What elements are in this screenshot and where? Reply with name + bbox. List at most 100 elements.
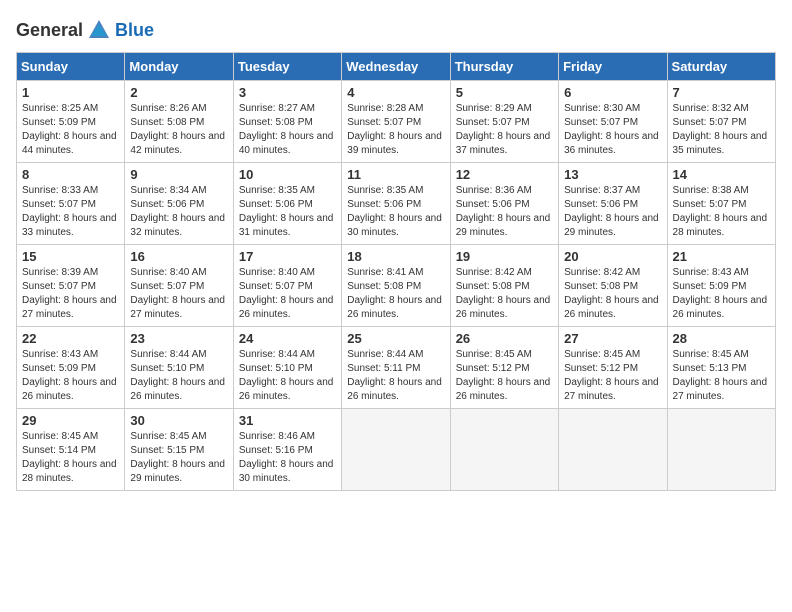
calendar-cell: 17 Sunrise: 8:40 AMSunset: 5:07 PMDaylig… (233, 245, 341, 327)
day-number: 10 (239, 167, 336, 182)
weekday-header-tuesday: Tuesday (233, 53, 341, 81)
day-number: 23 (130, 331, 227, 346)
day-number: 16 (130, 249, 227, 264)
calendar-cell: 5 Sunrise: 8:29 AMSunset: 5:07 PMDayligh… (450, 81, 558, 163)
day-number: 25 (347, 331, 444, 346)
calendar-week-4: 22 Sunrise: 8:43 AMSunset: 5:09 PMDaylig… (17, 327, 776, 409)
day-number: 7 (673, 85, 770, 100)
day-info: Sunrise: 8:43 AMSunset: 5:09 PMDaylight:… (673, 266, 770, 322)
day-number: 21 (673, 249, 770, 264)
calendar-cell (667, 409, 775, 491)
day-info: Sunrise: 8:37 AMSunset: 5:06 PMDaylight:… (564, 184, 661, 240)
calendar-week-5: 29 Sunrise: 8:45 AMSunset: 5:14 PMDaylig… (17, 409, 776, 491)
day-info: Sunrise: 8:45 AMSunset: 5:13 PMDaylight:… (673, 348, 770, 404)
calendar-cell: 27 Sunrise: 8:45 AMSunset: 5:12 PMDaylig… (559, 327, 667, 409)
day-info: Sunrise: 8:42 AMSunset: 5:08 PMDaylight:… (456, 266, 553, 322)
day-number: 4 (347, 85, 444, 100)
day-info: Sunrise: 8:46 AMSunset: 5:16 PMDaylight:… (239, 430, 336, 486)
day-number: 3 (239, 85, 336, 100)
day-number: 20 (564, 249, 661, 264)
calendar-cell: 24 Sunrise: 8:44 AMSunset: 5:10 PMDaylig… (233, 327, 341, 409)
calendar-cell: 7 Sunrise: 8:32 AMSunset: 5:07 PMDayligh… (667, 81, 775, 163)
day-number: 27 (564, 331, 661, 346)
day-info: Sunrise: 8:40 AMSunset: 5:07 PMDaylight:… (239, 266, 336, 322)
day-number: 14 (673, 167, 770, 182)
day-number: 29 (22, 413, 119, 428)
calendar-cell: 23 Sunrise: 8:44 AMSunset: 5:10 PMDaylig… (125, 327, 233, 409)
calendar-week-2: 8 Sunrise: 8:33 AMSunset: 5:07 PMDayligh… (17, 163, 776, 245)
day-number: 22 (22, 331, 119, 346)
day-info: Sunrise: 8:43 AMSunset: 5:09 PMDaylight:… (22, 348, 119, 404)
calendar-cell: 22 Sunrise: 8:43 AMSunset: 5:09 PMDaylig… (17, 327, 125, 409)
calendar-cell: 30 Sunrise: 8:45 AMSunset: 5:15 PMDaylig… (125, 409, 233, 491)
weekday-header-wednesday: Wednesday (342, 53, 450, 81)
calendar-cell: 14 Sunrise: 8:38 AMSunset: 5:07 PMDaylig… (667, 163, 775, 245)
calendar-cell: 21 Sunrise: 8:43 AMSunset: 5:09 PMDaylig… (667, 245, 775, 327)
calendar-cell: 15 Sunrise: 8:39 AMSunset: 5:07 PMDaylig… (17, 245, 125, 327)
day-info: Sunrise: 8:27 AMSunset: 5:08 PMDaylight:… (239, 102, 336, 158)
calendar-cell (450, 409, 558, 491)
calendar-cell (559, 409, 667, 491)
day-info: Sunrise: 8:34 AMSunset: 5:06 PMDaylight:… (130, 184, 227, 240)
day-number: 2 (130, 85, 227, 100)
day-info: Sunrise: 8:41 AMSunset: 5:08 PMDaylight:… (347, 266, 444, 322)
day-number: 11 (347, 167, 444, 182)
day-info: Sunrise: 8:42 AMSunset: 5:08 PMDaylight:… (564, 266, 661, 322)
day-number: 8 (22, 167, 119, 182)
day-number: 6 (564, 85, 661, 100)
calendar-cell: 4 Sunrise: 8:28 AMSunset: 5:07 PMDayligh… (342, 81, 450, 163)
day-info: Sunrise: 8:35 AMSunset: 5:06 PMDaylight:… (239, 184, 336, 240)
logo-blue-text: Blue (115, 20, 154, 41)
calendar-table: SundayMondayTuesdayWednesdayThursdayFrid… (16, 52, 776, 491)
day-info: Sunrise: 8:25 AMSunset: 5:09 PMDaylight:… (22, 102, 119, 158)
day-number: 1 (22, 85, 119, 100)
calendar-cell: 20 Sunrise: 8:42 AMSunset: 5:08 PMDaylig… (559, 245, 667, 327)
calendar-cell: 31 Sunrise: 8:46 AMSunset: 5:16 PMDaylig… (233, 409, 341, 491)
weekday-header-monday: Monday (125, 53, 233, 81)
day-number: 30 (130, 413, 227, 428)
calendar-cell: 1 Sunrise: 8:25 AMSunset: 5:09 PMDayligh… (17, 81, 125, 163)
day-info: Sunrise: 8:36 AMSunset: 5:06 PMDaylight:… (456, 184, 553, 240)
weekday-header-friday: Friday (559, 53, 667, 81)
day-info: Sunrise: 8:28 AMSunset: 5:07 PMDaylight:… (347, 102, 444, 158)
day-number: 28 (673, 331, 770, 346)
logo-general-text: General (16, 20, 83, 41)
day-info: Sunrise: 8:29 AMSunset: 5:07 PMDaylight:… (456, 102, 553, 158)
day-info: Sunrise: 8:45 AMSunset: 5:14 PMDaylight:… (22, 430, 119, 486)
calendar-week-3: 15 Sunrise: 8:39 AMSunset: 5:07 PMDaylig… (17, 245, 776, 327)
weekday-header-saturday: Saturday (667, 53, 775, 81)
calendar-cell: 18 Sunrise: 8:41 AMSunset: 5:08 PMDaylig… (342, 245, 450, 327)
day-info: Sunrise: 8:45 AMSunset: 5:12 PMDaylight:… (456, 348, 553, 404)
day-number: 9 (130, 167, 227, 182)
calendar-cell: 9 Sunrise: 8:34 AMSunset: 5:06 PMDayligh… (125, 163, 233, 245)
day-info: Sunrise: 8:30 AMSunset: 5:07 PMDaylight:… (564, 102, 661, 158)
day-number: 15 (22, 249, 119, 264)
day-number: 26 (456, 331, 553, 346)
day-info: Sunrise: 8:33 AMSunset: 5:07 PMDaylight:… (22, 184, 119, 240)
calendar-cell: 16 Sunrise: 8:40 AMSunset: 5:07 PMDaylig… (125, 245, 233, 327)
logo-icon (85, 16, 113, 44)
day-info: Sunrise: 8:40 AMSunset: 5:07 PMDaylight:… (130, 266, 227, 322)
calendar-cell: 6 Sunrise: 8:30 AMSunset: 5:07 PMDayligh… (559, 81, 667, 163)
day-info: Sunrise: 8:44 AMSunset: 5:10 PMDaylight:… (239, 348, 336, 404)
calendar-cell (342, 409, 450, 491)
day-info: Sunrise: 8:45 AMSunset: 5:12 PMDaylight:… (564, 348, 661, 404)
day-number: 5 (456, 85, 553, 100)
day-info: Sunrise: 8:45 AMSunset: 5:15 PMDaylight:… (130, 430, 227, 486)
day-info: Sunrise: 8:39 AMSunset: 5:07 PMDaylight:… (22, 266, 119, 322)
calendar-cell: 10 Sunrise: 8:35 AMSunset: 5:06 PMDaylig… (233, 163, 341, 245)
calendar-cell: 12 Sunrise: 8:36 AMSunset: 5:06 PMDaylig… (450, 163, 558, 245)
calendar-cell: 13 Sunrise: 8:37 AMSunset: 5:06 PMDaylig… (559, 163, 667, 245)
calendar-cell: 2 Sunrise: 8:26 AMSunset: 5:08 PMDayligh… (125, 81, 233, 163)
day-info: Sunrise: 8:44 AMSunset: 5:11 PMDaylight:… (347, 348, 444, 404)
day-info: Sunrise: 8:32 AMSunset: 5:07 PMDaylight:… (673, 102, 770, 158)
calendar-cell: 26 Sunrise: 8:45 AMSunset: 5:12 PMDaylig… (450, 327, 558, 409)
calendar-cell: 25 Sunrise: 8:44 AMSunset: 5:11 PMDaylig… (342, 327, 450, 409)
day-number: 18 (347, 249, 444, 264)
day-info: Sunrise: 8:26 AMSunset: 5:08 PMDaylight:… (130, 102, 227, 158)
calendar-week-1: 1 Sunrise: 8:25 AMSunset: 5:09 PMDayligh… (17, 81, 776, 163)
weekday-header-thursday: Thursday (450, 53, 558, 81)
day-info: Sunrise: 8:35 AMSunset: 5:06 PMDaylight:… (347, 184, 444, 240)
calendar-cell: 29 Sunrise: 8:45 AMSunset: 5:14 PMDaylig… (17, 409, 125, 491)
day-number: 12 (456, 167, 553, 182)
